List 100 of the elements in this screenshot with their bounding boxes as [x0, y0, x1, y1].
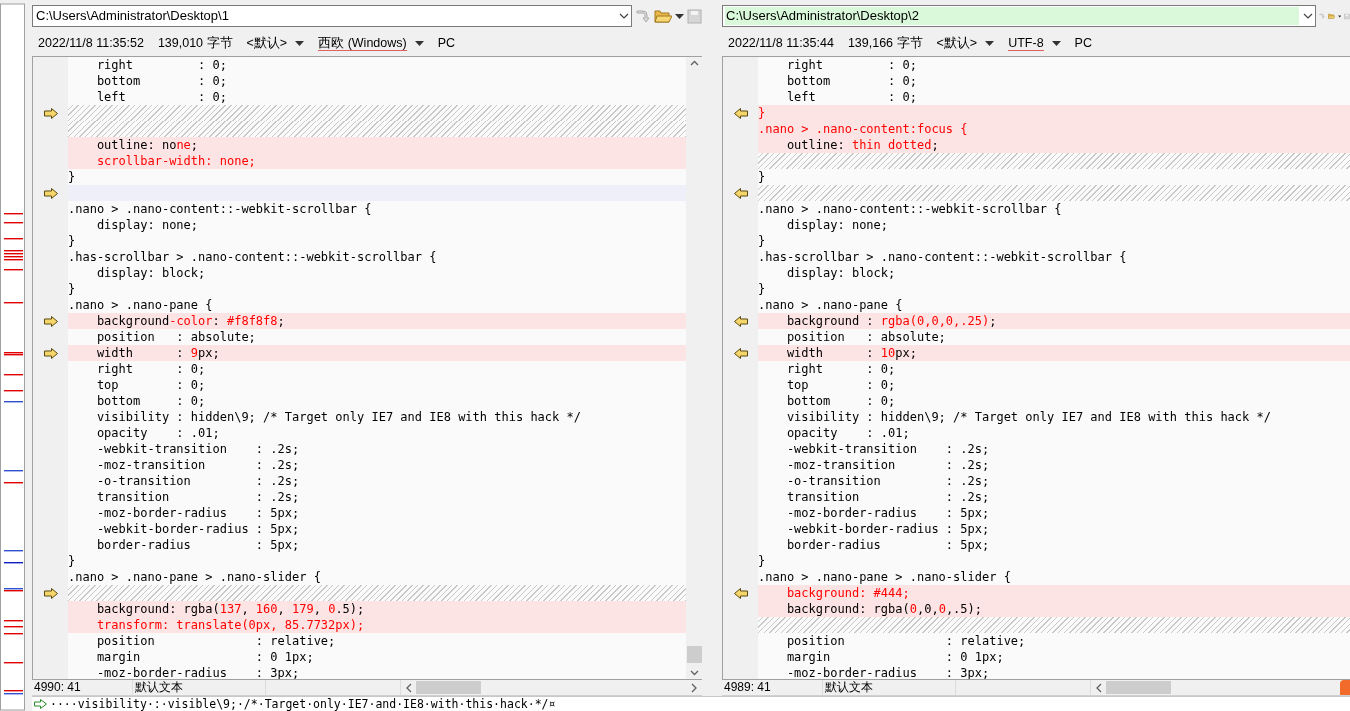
- line-ending-label: PC: [437, 36, 456, 50]
- path-combobox[interactable]: C:\Users\Administrator\Desktop\2: [722, 5, 1316, 27]
- encoding-selector[interactable]: UTF-8: [1008, 36, 1044, 50]
- code-line: transition : .2s;: [95, 489, 301, 505]
- code-line: display: none;: [785, 217, 890, 233]
- code-line: -o-transition : .2s;: [95, 473, 301, 489]
- dropdown-caret-icon[interactable]: [675, 13, 684, 19]
- file-date: 2022/11/8 11:35:44: [728, 36, 834, 50]
- caret-icon[interactable]: [295, 40, 305, 46]
- code-line: bottom : 0;: [95, 73, 228, 89]
- code-line: .has-scrollbar > .nano-content::-webkit-scrollbar {: [758, 249, 1128, 265]
- scroll-thumb[interactable]: [686, 646, 702, 663]
- code-line: margin : 0 1px;: [785, 649, 1005, 665]
- diff-map-drawing[interactable]: [0, 0, 26, 711]
- eol-selector[interactable]: <默认>: [936, 34, 978, 52]
- code-line: visibility : hidden\9; /* Target only IE7 and IE8 with this hack */: [785, 409, 1272, 425]
- code-line: .has-scrollbar > .nano-content::-webkit-scrollbar {: [68, 249, 438, 265]
- left-arrow-icon[interactable]: [733, 347, 748, 359]
- code-line: transition : .2s;: [785, 489, 991, 505]
- scroll-right-icon[interactable]: [690, 682, 698, 693]
- code-line: }: [68, 169, 77, 185]
- code-line: -moz-border-radius : 5px;: [785, 505, 991, 521]
- right-arrow-icon[interactable]: [43, 315, 58, 327]
- code-line: border-radius : 5px;: [95, 537, 301, 553]
- code-line: .nano > .nano-pane {: [758, 297, 904, 313]
- path-combobox[interactable]: C:\Users\Administrator\Desktop\1: [32, 5, 632, 27]
- code-line: position : absolute;: [785, 329, 947, 345]
- left-arrow-icon[interactable]: [733, 187, 748, 199]
- chevron-down-icon[interactable]: [619, 13, 629, 19]
- right-arrow-icon[interactable]: [43, 107, 58, 119]
- code-line: -webkit-transition : .2s;: [785, 441, 991, 457]
- code-line: top : 0;: [95, 377, 207, 393]
- file-date: 2022/11/8 11:35:52: [38, 36, 144, 50]
- cursor-position: 4989: 41: [722, 680, 823, 695]
- code-line: }: [68, 553, 77, 569]
- encoding-selector[interactable]: 西欧 (Windows): [318, 36, 407, 50]
- code-line: display: none;: [95, 217, 200, 233]
- scroll-left-icon[interactable]: [405, 682, 413, 693]
- caret-icon[interactable]: [1051, 40, 1061, 46]
- right-arrow-icon[interactable]: [43, 347, 58, 359]
- code-line: right : 0;: [785, 57, 918, 73]
- code-line: left : 0;: [95, 89, 228, 105]
- file-size: 139,010 字节: [157, 34, 233, 52]
- code-line: top : 0;: [785, 377, 897, 393]
- scroll-thumb[interactable]: [416, 681, 481, 694]
- code-line: }: [68, 281, 77, 297]
- code-line: visibility : hidden\9; /* Target only IE7 and IE8 with this hack */: [95, 409, 582, 425]
- code-line: -webkit-transition : .2s;: [95, 441, 301, 457]
- right-arrow-icon[interactable]: [43, 587, 58, 599]
- code-line: -moz-border-radius : 5px;: [95, 505, 301, 521]
- code-line: position : relative;: [785, 633, 1027, 649]
- code-line: left : 0;: [785, 89, 918, 105]
- code-line: right : 0;: [95, 361, 207, 377]
- cursor-position: 4990: 41: [32, 680, 133, 695]
- left-arrow-icon[interactable]: [733, 587, 748, 599]
- code-line: }: [758, 169, 767, 185]
- code-line: position : relative;: [95, 633, 337, 649]
- code-line: .nano > .nano-pane > .nano-slider {: [758, 569, 1012, 585]
- code-line: bottom : 0;: [95, 393, 207, 409]
- code-line: }: [758, 281, 767, 297]
- code-line: }: [758, 233, 767, 249]
- syntax-mode: 默认文本: [823, 680, 956, 695]
- code-line: margin : 0 1px;: [95, 649, 315, 665]
- vertical-scrollbar[interactable]: [686, 57, 702, 679]
- code-line: bottom : 0;: [785, 393, 897, 409]
- code-line: -moz-border-radius : 3px;: [785, 665, 991, 679]
- code-line: .nano > .nano-content::-webkit-scrollbar {: [758, 201, 1063, 217]
- chevron-down-icon[interactable]: [1303, 13, 1313, 19]
- detail-line: ····visibility·:·visible\9;·/*·Target·only·IE7·and·IE8·with·this·hack·*/¤: [50, 697, 556, 711]
- caret-icon[interactable]: [414, 40, 424, 46]
- code-line: }: [68, 233, 77, 249]
- code-line: opacity : .01;: [785, 425, 911, 441]
- code-line: .nano > .nano-content::-webkit-scrollbar {: [68, 201, 373, 217]
- code-line: display: block;: [785, 265, 897, 281]
- code-line: right : 0;: [95, 57, 228, 73]
- code-line: -o-transition : .2s;: [785, 473, 991, 489]
- scroll-thumb[interactable]: [1106, 681, 1171, 694]
- code-line: }: [758, 553, 767, 569]
- syntax-mode: 默认文本: [133, 680, 266, 695]
- code-line: right : 0;: [785, 361, 897, 377]
- right-arrow-icon[interactable]: [43, 187, 58, 199]
- caret-icon[interactable]: [985, 40, 995, 46]
- line-ending-label: PC: [1074, 36, 1092, 50]
- code-line: opacity : .01;: [95, 425, 221, 441]
- eol-selector[interactable]: <默认>: [246, 34, 288, 52]
- code-line: -moz-border-radius : 3px;: [95, 665, 301, 679]
- left-arrow-icon[interactable]: [733, 315, 748, 327]
- file-size: 139,166 字节: [847, 34, 923, 52]
- scroll-left-icon[interactable]: [1095, 682, 1103, 693]
- code-line: -webkit-border-radius : 5px;: [95, 521, 301, 537]
- code-line: display: block;: [95, 265, 207, 281]
- code-line: position : absolute;: [95, 329, 257, 345]
- code-line: -moz-transition : .2s;: [785, 457, 991, 473]
- code-line: bottom : 0;: [785, 73, 918, 89]
- left-arrow-icon[interactable]: [733, 107, 748, 119]
- code-line: -moz-transition : .2s;: [95, 457, 301, 473]
- code-line: .nano > .nano-pane {: [68, 297, 214, 313]
- code-line: .nano > .nano-pane > .nano-slider {: [68, 569, 322, 585]
- code-line: -webkit-border-radius : 5px;: [785, 521, 991, 537]
- code-line: border-radius : 5px;: [785, 537, 991, 553]
